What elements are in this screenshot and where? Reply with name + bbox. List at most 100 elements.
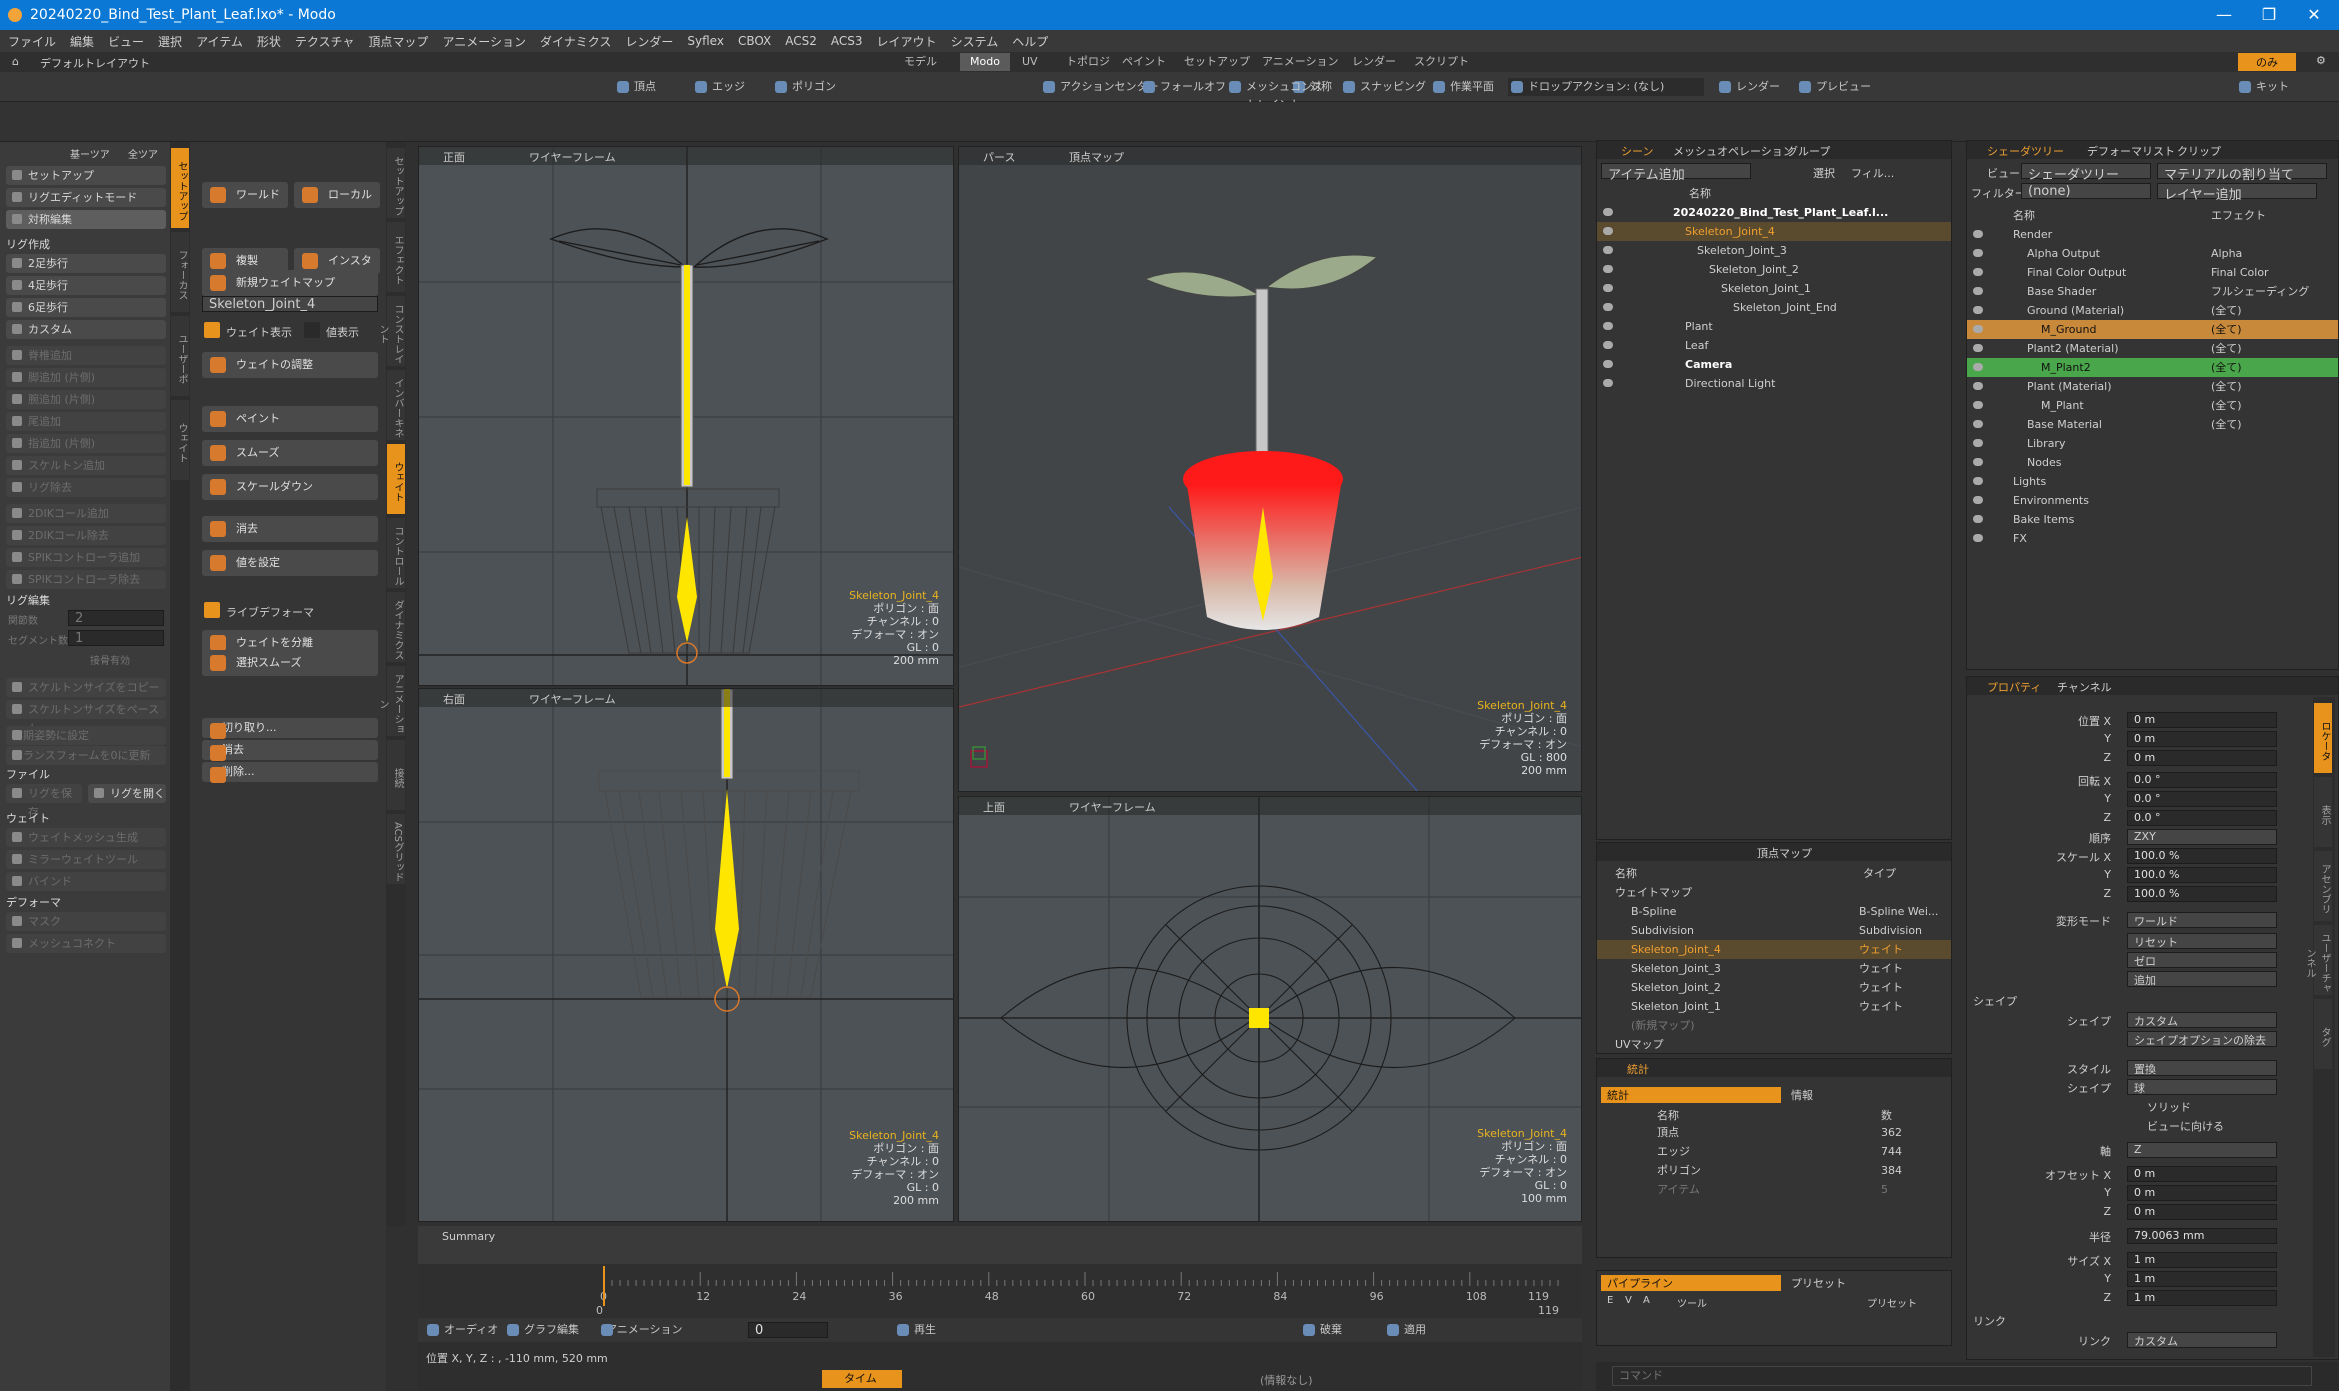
scale-down-button[interactable]: スケールダウン	[202, 474, 378, 500]
add-layer-select[interactable]: レイヤー追加	[2157, 183, 2317, 203]
eye-icon[interactable]	[1973, 515, 1983, 523]
menu-item[interactable]: Syflex	[687, 34, 724, 48]
scene-item[interactable]: Skeleton_Joint_4	[1597, 222, 1951, 241]
menu-item[interactable]: 編集	[70, 33, 94, 50]
prop-value[interactable]: ZXY	[2127, 829, 2277, 845]
weight-map-select[interactable]: Skeleton_Joint_4	[202, 296, 378, 312]
frame-field[interactable]: 0	[748, 1322, 828, 1338]
sidetabs2-tab[interactable]: コントロール	[387, 518, 405, 588]
field-value[interactable]: 2	[68, 610, 164, 626]
rig-button[interactable]: 2足歩行	[6, 254, 166, 273]
select-smooth-button[interactable]: 選択スムーズ	[202, 650, 378, 676]
menu-item[interactable]: アニメーション	[442, 33, 526, 50]
menu-item[interactable]: 選択	[158, 33, 182, 50]
sidetabs2-tab[interactable]: ACSグリッド	[387, 814, 405, 884]
menu-item[interactable]: 頂点マップ	[368, 33, 428, 50]
menu-item[interactable]: システム	[951, 33, 999, 50]
sidetabs2-tab[interactable]: インバーキネ	[387, 370, 405, 440]
mode-tab[interactable]: ペイント	[1112, 53, 1176, 71]
menu-item[interactable]: ACS3	[831, 34, 863, 48]
shader-row[interactable]: FX	[1967, 529, 2338, 548]
prop-value[interactable]: 置換	[2127, 1060, 2277, 1076]
shader-row[interactable]: Final Color Output Final Color	[1967, 263, 2338, 282]
range-end[interactable]: 119	[1538, 1304, 1559, 1317]
stats-tab-active[interactable]: 統計	[1601, 1087, 1781, 1103]
range-start[interactable]: 0	[596, 1304, 603, 1317]
tab-scene[interactable]: シーン	[1621, 143, 1653, 159]
viewport-front[interactable]: 正面 ワイヤーフレーム Skeleton_Joint_4 ポリゴン : 面 チャン…	[418, 146, 954, 686]
bone-enable-checkbox[interactable]: 接骨有効	[90, 652, 130, 667]
eye-icon[interactable]	[1973, 363, 1983, 371]
prop-value[interactable]: 0 m	[2127, 1185, 2277, 1201]
prop-value[interactable]: 0 m	[2127, 712, 2277, 728]
falloff-button[interactable]: フォールオフ	[1140, 78, 1226, 96]
eye-icon[interactable]	[1603, 284, 1613, 292]
reset-button[interactable]: リセット	[2127, 933, 2277, 949]
shader-row[interactable]: Ground (Material) (全て)	[1967, 301, 2338, 320]
scene-item[interactable]: Skeleton_Joint_2	[1597, 260, 1951, 279]
vmap-row[interactable]: Skeleton_Joint_4 ウェイト	[1597, 940, 1951, 959]
mesh-constraint-button[interactable]: メッシュコンストレイント	[1226, 78, 1326, 111]
new-weight-map-button[interactable]: 新規ウェイトマップ	[202, 270, 378, 296]
shader-row[interactable]: Lights	[1967, 472, 2338, 491]
prop-value[interactable]: 100.0 %	[2127, 848, 2277, 864]
sidetabs2-tab[interactable]: エフェクト	[387, 222, 405, 292]
scene-item[interactable]: Skeleton_Joint_3	[1597, 241, 1951, 260]
stats-row[interactable]: ポリゴン 384	[1597, 1161, 1951, 1180]
apply-button[interactable]: 適用	[1384, 1321, 1426, 1339]
show-values-checkbox[interactable]	[304, 322, 320, 338]
view-name[interactable]: 上面	[983, 799, 1005, 815]
tab-groups[interactable]: グループ	[1787, 143, 1830, 159]
eye-icon[interactable]	[1603, 265, 1613, 273]
eye-icon[interactable]	[1603, 246, 1613, 254]
menu-item[interactable]: ビュー	[108, 33, 144, 50]
scene-item[interactable]: Skeleton_Joint_End	[1597, 298, 1951, 317]
mode-tab[interactable]: モデル	[894, 53, 947, 71]
stats-row[interactable]: アイテム 5	[1597, 1180, 1951, 1199]
edge-mode-button[interactable]: エッジ	[692, 78, 745, 96]
menu-item[interactable]: ダイナミクス	[540, 33, 611, 50]
shader-row[interactable]: Nodes	[1967, 453, 2338, 472]
shader-row[interactable]: Plant2 (Material) (全て)	[1967, 339, 2338, 358]
tools-header-1[interactable]: 基ーツア	[70, 146, 110, 161]
rig-button[interactable]: 4足歩行	[6, 276, 166, 295]
scene-item[interactable]: 20240220_Bind_Test_Plant_Leaf.l...	[1597, 203, 1951, 222]
only-toggle[interactable]: のみ	[2238, 53, 2296, 71]
menu-item[interactable]: ファイル	[8, 33, 56, 50]
view-name[interactable]: 右面	[443, 691, 465, 707]
prop-value[interactable]: 0 m	[2127, 1204, 2277, 1220]
discard-button[interactable]: 破棄	[1300, 1321, 1342, 1339]
prop-value[interactable]: 0 m	[2127, 731, 2277, 747]
shader-row[interactable]: Base Material (全て)	[1967, 415, 2338, 434]
sidetabs3-tab[interactable]: 表示	[2314, 777, 2332, 847]
scene-item[interactable]: Directional Light	[1597, 374, 1951, 393]
sidetabs3-tab[interactable]: タグ	[2314, 999, 2332, 1069]
shader-row[interactable]: Plant (Material) (全て)	[1967, 377, 2338, 396]
sidetabs2-tab[interactable]: ウェイト	[387, 444, 405, 514]
prop-value[interactable]: 0 m	[2127, 1166, 2277, 1182]
sidetabs2-tab[interactable]: コンストレイント	[377, 296, 405, 366]
shader-row[interactable]: Library	[1967, 434, 2338, 453]
vertex-mode-button[interactable]: 頂点	[614, 78, 656, 96]
world-button[interactable]: ワールド	[202, 182, 288, 208]
view-mode[interactable]: ワイヤーフレーム	[529, 149, 616, 165]
play-button[interactable]: 再生	[894, 1321, 936, 1339]
view-name[interactable]: 正面	[443, 149, 465, 165]
time-toggle[interactable]: タイム	[822, 1370, 902, 1388]
cut-button[interactable]: 切り取り...	[202, 718, 378, 739]
eye-icon[interactable]	[1973, 382, 1983, 390]
menu-item[interactable]: アイテム	[196, 33, 243, 50]
tab-channels[interactable]: チャンネル	[2057, 679, 2112, 695]
view-mode[interactable]: 頂点マップ	[1069, 149, 1124, 165]
eye-icon[interactable]	[1603, 360, 1613, 368]
sidetabs1-tab[interactable]: フォーカス	[171, 232, 189, 312]
prop-value[interactable]: 1 m	[2127, 1271, 2277, 1287]
close-button[interactable]: ✕	[2289, 0, 2339, 30]
tab-shader[interactable]: シェーダツリー	[1987, 143, 2064, 159]
assign-material-select[interactable]: マテリアルの割り当て	[2157, 163, 2327, 183]
audio-button[interactable]: オーディオ	[424, 1321, 498, 1339]
eye-icon[interactable]	[1603, 227, 1613, 235]
kit-button[interactable]: キット	[2236, 78, 2289, 96]
zero-button[interactable]: ゼロ	[2127, 952, 2277, 968]
tab-deformers[interactable]: デフォーマリスト	[2087, 143, 2175, 159]
